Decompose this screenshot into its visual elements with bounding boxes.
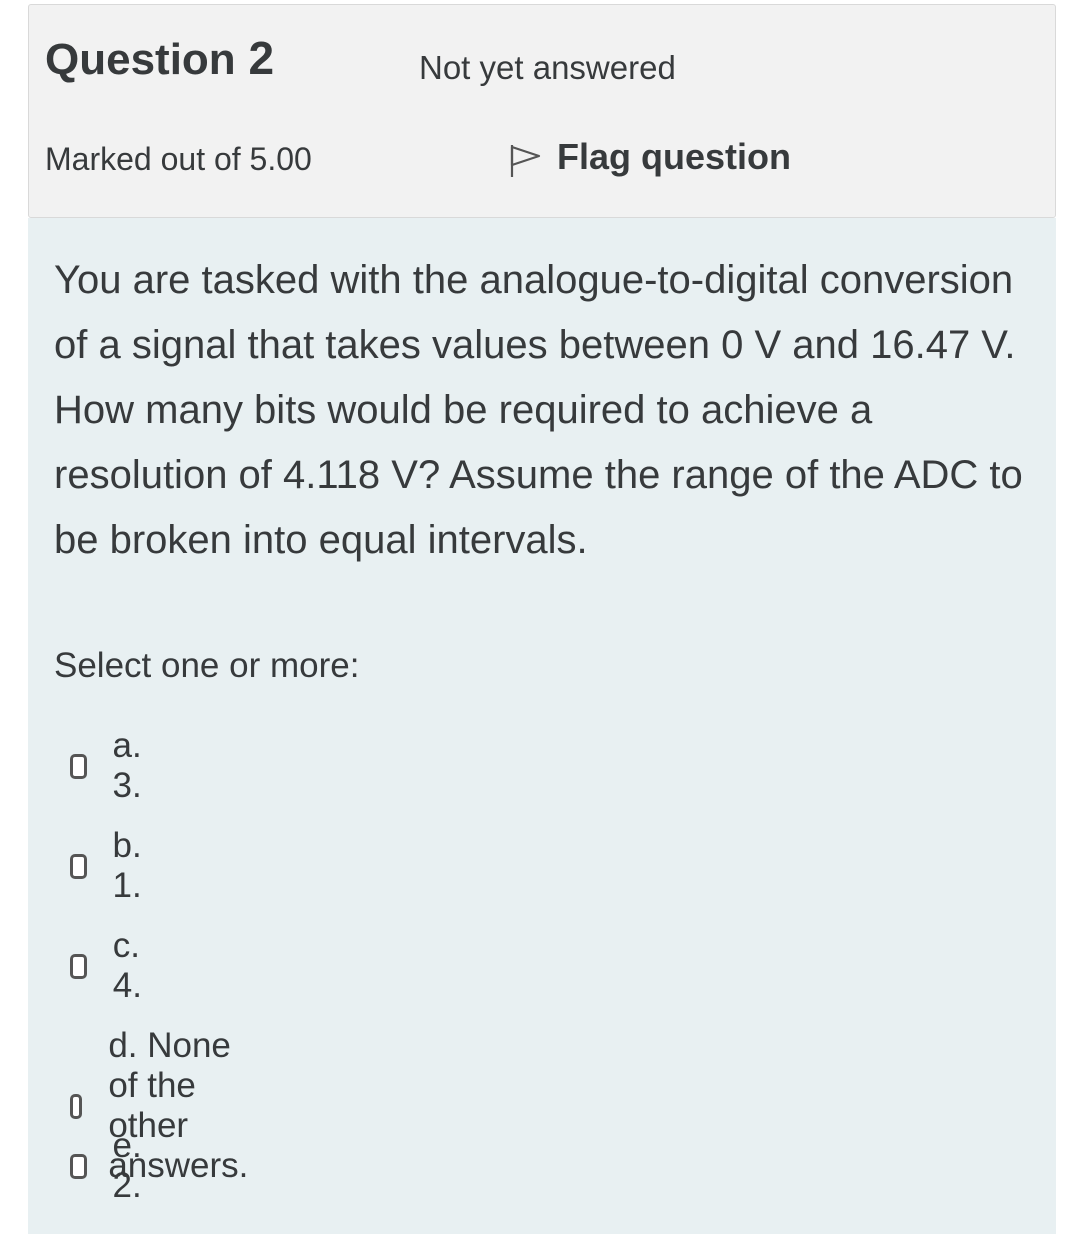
question-content-panel: You are tasked with the analogue-to-digi… — [28, 218, 1056, 1234]
checkbox[interactable] — [70, 1093, 83, 1119]
question-state: Not yet answered — [419, 49, 676, 86]
checkbox[interactable] — [70, 753, 87, 779]
answer-option-a[interactable]: a. 3. — [70, 726, 150, 806]
question-text: You are tasked with the analogue-to-digi… — [54, 258, 1023, 562]
answer-prompt: Select one or more: — [54, 646, 360, 685]
checkbox[interactable] — [70, 953, 87, 979]
answer-option-label: e. 2. — [112, 1126, 142, 1205]
answer-option-c[interactable]: c. 4. — [70, 926, 150, 1006]
question-grade: Marked out of 5.00 — [45, 141, 312, 177]
answer-option-b[interactable]: b. 1. — [70, 826, 150, 906]
question-number: 2 — [248, 32, 275, 84]
question-label: Question — [45, 35, 236, 84]
answer-option-label: b. 1. — [112, 826, 142, 905]
answer-option-label: a. 3. — [112, 726, 142, 805]
flag-question-button[interactable]: Flag question — [509, 135, 791, 179]
checkbox[interactable] — [70, 1153, 87, 1179]
answer-option-label: c. 4. — [112, 926, 142, 1005]
question-info-panel: Question 2 Not yet answered Marked out o… — [28, 4, 1056, 218]
answer-option-e[interactable]: e. 2. — [70, 1126, 150, 1206]
flag-icon — [510, 145, 541, 177]
checkbox[interactable] — [70, 853, 87, 879]
question-number-heading: Question 2 — [45, 33, 274, 84]
flag-question-label: Flag question — [557, 136, 791, 177]
